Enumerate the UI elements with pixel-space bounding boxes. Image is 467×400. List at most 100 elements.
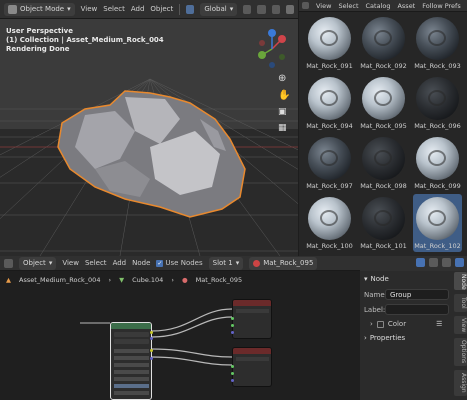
orientation-select[interactable]: Global ▾ <box>200 2 238 16</box>
visibility-icon[interactable] <box>271 4 280 14</box>
overlay-icon[interactable] <box>416 258 425 267</box>
blender-logo-icon <box>374 210 392 226</box>
3d-viewport[interactable]: User Perspective (1) Collection | Asset_… <box>0 19 298 256</box>
material-label: Mat_Rock_095 <box>263 259 314 267</box>
sidebar-toggle-icon[interactable] <box>455 258 464 267</box>
shader-type-select[interactable]: Object ▾ <box>19 256 57 270</box>
node-menu-view[interactable]: View <box>62 259 79 267</box>
tab-node[interactable]: Node <box>454 272 467 290</box>
asset-tile[interactable]: Mat_Rock_092 <box>359 14 408 72</box>
asset-tile[interactable]: Mat_Rock_101 <box>359 194 408 252</box>
transform-icon[interactable] <box>186 4 195 14</box>
menu-add[interactable]: Add <box>131 5 145 13</box>
asset-tile[interactable]: Mat_Rock_099 <box>413 134 462 192</box>
node-field[interactable] <box>236 309 269 313</box>
viewport-header: Object Mode ▾ View Select Add Object Glo… <box>0 0 298 19</box>
asset-name: Mat_Rock_093 <box>414 62 461 70</box>
asset-tile[interactable]: Mat_Rock_093 <box>413 14 462 72</box>
asset-tile[interactable]: Mat_Rock_094 <box>305 74 354 132</box>
output-socket[interactable] <box>150 349 153 352</box>
group-node[interactable] <box>110 322 153 400</box>
camera-icon[interactable]: ▣ <box>278 107 290 117</box>
snap-icon[interactable] <box>429 258 438 267</box>
asset-tile[interactable]: Mat_Rock_098 <box>359 134 408 192</box>
zoom-icon[interactable]: ⊕ <box>278 73 290 84</box>
asset-menu-select[interactable]: Select <box>338 2 358 10</box>
proportional-icon[interactable] <box>257 4 266 14</box>
asset-tile[interactable]: Mat_Rock_095 <box>359 74 408 132</box>
asset-name: Mat_Rock_091 <box>306 62 353 70</box>
color-row[interactable]: › Color ☰ <box>370 320 442 328</box>
input-socket[interactable] <box>231 379 234 382</box>
output-socket[interactable] <box>150 331 153 334</box>
asset-name: Mat_Rock_097 <box>306 182 353 190</box>
slot-select[interactable]: Slot 1 ▾ <box>208 256 244 270</box>
asset-name: Mat_Rock_095 <box>360 122 407 130</box>
pin-icon[interactable] <box>442 258 451 267</box>
node-field[interactable] <box>114 356 149 360</box>
properties-section-header[interactable]: › Properties <box>364 334 405 342</box>
orientation-label: Global <box>204 5 227 13</box>
material-preview-icon <box>308 137 351 180</box>
navigation-gizmo[interactable] <box>252 29 292 69</box>
snap-icon[interactable] <box>243 4 252 14</box>
asset-tile[interactable]: Mat_Rock_097 <box>305 134 354 192</box>
output-socket[interactable] <box>150 337 153 340</box>
node-field[interactable] <box>236 357 269 361</box>
name-field[interactable]: Group <box>385 289 449 300</box>
blender-logo-icon <box>428 30 446 46</box>
hand-icon[interactable]: ✋ <box>278 90 290 101</box>
node-field[interactable] <box>114 363 149 367</box>
checkbox-icon[interactable] <box>376 320 384 328</box>
material-output-node[interactable] <box>231 299 272 339</box>
chevron-right-icon: › <box>364 334 367 342</box>
material-select[interactable]: Mat_Rock_095 <box>249 256 318 270</box>
node-editor[interactable]: ▲ Asset_Medium_Rock_004 › ▼ Cube.104 › ●… <box>0 271 360 400</box>
input-socket[interactable] <box>231 372 234 375</box>
node-section-header[interactable]: ▾ Node <box>364 275 389 283</box>
node-menu-select[interactable]: Select <box>85 259 107 267</box>
asset-menu-catalog[interactable]: Catalog <box>366 2 391 10</box>
asset-menu-asset[interactable]: Asset <box>397 2 415 10</box>
cube-icon <box>8 4 17 14</box>
use-nodes-toggle[interactable]: ✓ Use Nodes <box>156 259 203 267</box>
asset-tile[interactable]: Mat_Rock_096 <box>413 74 462 132</box>
input-socket[interactable] <box>231 331 234 334</box>
node-field[interactable] <box>114 370 149 374</box>
menu-view[interactable]: View <box>81 5 98 13</box>
node-field[interactable] <box>114 391 149 395</box>
shading-icon[interactable] <box>285 4 295 14</box>
mode-select[interactable]: Object Mode ▾ <box>4 2 75 16</box>
node-menu-add[interactable]: Add <box>113 259 127 267</box>
editor-type-icon[interactable] <box>302 2 309 9</box>
tab-view[interactable]: View <box>454 316 467 334</box>
tab-assign[interactable]: Assign <box>454 370 467 396</box>
node-field[interactable] <box>114 332 149 337</box>
list-icon[interactable]: ☰ <box>436 320 442 328</box>
asset-tile[interactable]: Mat_Rock_102 <box>413 194 462 252</box>
asset-menu-view[interactable]: View <box>316 2 331 10</box>
input-socket[interactable] <box>231 317 234 320</box>
material-output-node[interactable] <box>231 347 272 387</box>
output-socket[interactable] <box>150 357 153 360</box>
menu-object[interactable]: Object <box>150 5 173 13</box>
node-field[interactable] <box>114 377 149 381</box>
chevron-down-icon: ▾ <box>48 259 53 267</box>
node-menu-node[interactable]: Node <box>132 259 150 267</box>
tab-tool[interactable]: Tool <box>454 294 467 312</box>
menu-select[interactable]: Select <box>103 5 125 13</box>
blender-logo-icon <box>374 30 392 46</box>
input-socket[interactable] <box>231 365 234 368</box>
input-socket[interactable] <box>231 324 234 327</box>
node-editor-icon[interactable] <box>4 258 13 268</box>
asset-tile[interactable]: Mat_Rock_100 <box>305 194 354 252</box>
node-field[interactable] <box>114 339 149 344</box>
grid-icon[interactable]: ▦ <box>278 123 290 133</box>
node-field[interactable] <box>114 384 149 388</box>
import-method-select[interactable]: Follow Prefs <box>422 2 460 10</box>
asset-tile[interactable]: Mat_Rock_091 <box>305 14 354 72</box>
node-field[interactable] <box>114 349 149 353</box>
asset-name: Mat_Rock_101 <box>360 242 407 250</box>
label-field[interactable] <box>385 304 449 315</box>
tab-options[interactable]: Options <box>454 338 467 366</box>
